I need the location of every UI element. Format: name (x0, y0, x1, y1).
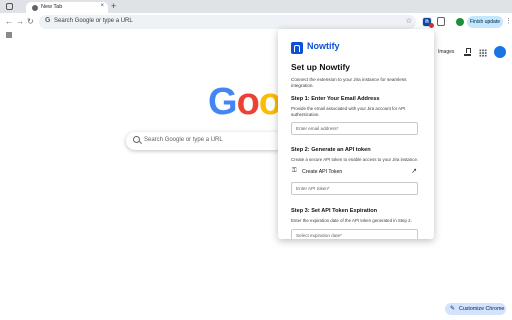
create-api-token-link[interactable]: ⚿ Create API Token ↗ (291, 166, 418, 178)
account-avatar[interactable] (494, 46, 506, 58)
google-g-icon: G (45, 17, 51, 24)
chrome-menu-icon[interactable]: ⋮ (505, 17, 512, 25)
expiration-date-field[interactable]: Select expiration date* (291, 229, 418, 239)
nowtify-logo-icon (291, 42, 303, 54)
tab-favicon-icon (32, 5, 38, 11)
profile-avatar[interactable] (456, 18, 464, 26)
popup-title: Set up Nowtify (291, 62, 351, 72)
api-token-field[interactable]: Enter API token* (291, 182, 418, 195)
images-link[interactable]: Images (438, 49, 454, 55)
search-icon (133, 136, 140, 143)
omnibox-placeholder: Search Google or type a URL (54, 18, 133, 24)
browser-toolbar: ← → ↻ G Search Google or type a URL ☆ n … (0, 13, 512, 31)
extension-badge (429, 23, 434, 28)
nowtify-popup: Nowtify Set up Nowtify Connect the exten… (278, 29, 434, 239)
new-tab-button[interactable]: + (111, 1, 116, 11)
extensions-puzzle-icon[interactable] (437, 17, 445, 26)
tab-search-icon[interactable] (6, 3, 13, 10)
tab-close-icon[interactable]: × (100, 3, 104, 9)
step1-heading: Step 1: Enter Your Email Address (291, 96, 380, 102)
pencil-icon: ✎ (450, 306, 456, 312)
nowtify-extension-button[interactable]: n (422, 17, 434, 28)
email-field[interactable]: Enter email address* (291, 122, 418, 135)
step1-description: Provide the email associated with your J… (291, 106, 406, 118)
omnibox[interactable]: G Search Google or type a URL ☆ (39, 15, 416, 29)
customize-chrome-button[interactable]: ✎ Customize Chrome (445, 303, 506, 315)
external-link-icon: ↗ (411, 168, 417, 175)
labs-flask-icon[interactable] (464, 48, 471, 56)
tab-new-tab[interactable]: New Tab × (26, 2, 108, 13)
step2-description: Create a secure API token to enable acce… (291, 157, 419, 162)
reload-button[interactable]: ↻ (27, 16, 34, 28)
back-button[interactable]: ← (5, 16, 13, 28)
bookmarks-bar (0, 31, 512, 40)
ntp-search-box[interactable]: Search Google or type a URL (126, 132, 286, 150)
google-logo: Goog (208, 83, 278, 121)
brand-name: Nowtify (307, 41, 340, 51)
popup-description: Connect the extension to your Jira insta… (291, 77, 407, 89)
key-icon: ⚿ (292, 168, 297, 174)
customize-chrome-label: Customize Chrome (459, 306, 505, 312)
forward-button[interactable]: → (16, 16, 24, 28)
finish-update-button[interactable]: Finish update (467, 16, 503, 28)
tab-strip: New Tab × + (0, 0, 512, 13)
step3-description: Enter the expiration date of the API tok… (291, 218, 412, 223)
step2-heading: Step 2: Generate an API token (291, 147, 371, 153)
create-api-token-label: Create API Token (302, 169, 343, 175)
apps-grid-icon[interactable] (6, 32, 12, 38)
google-apps-icon[interactable] (479, 49, 487, 57)
ntp-search-placeholder: Search Google or type a URL (144, 137, 223, 143)
tab-title: New Tab (41, 4, 63, 10)
step3-heading: Step 3: Set API Token Expiration (291, 208, 378, 214)
bookmark-star-icon[interactable]: ☆ (406, 17, 412, 25)
